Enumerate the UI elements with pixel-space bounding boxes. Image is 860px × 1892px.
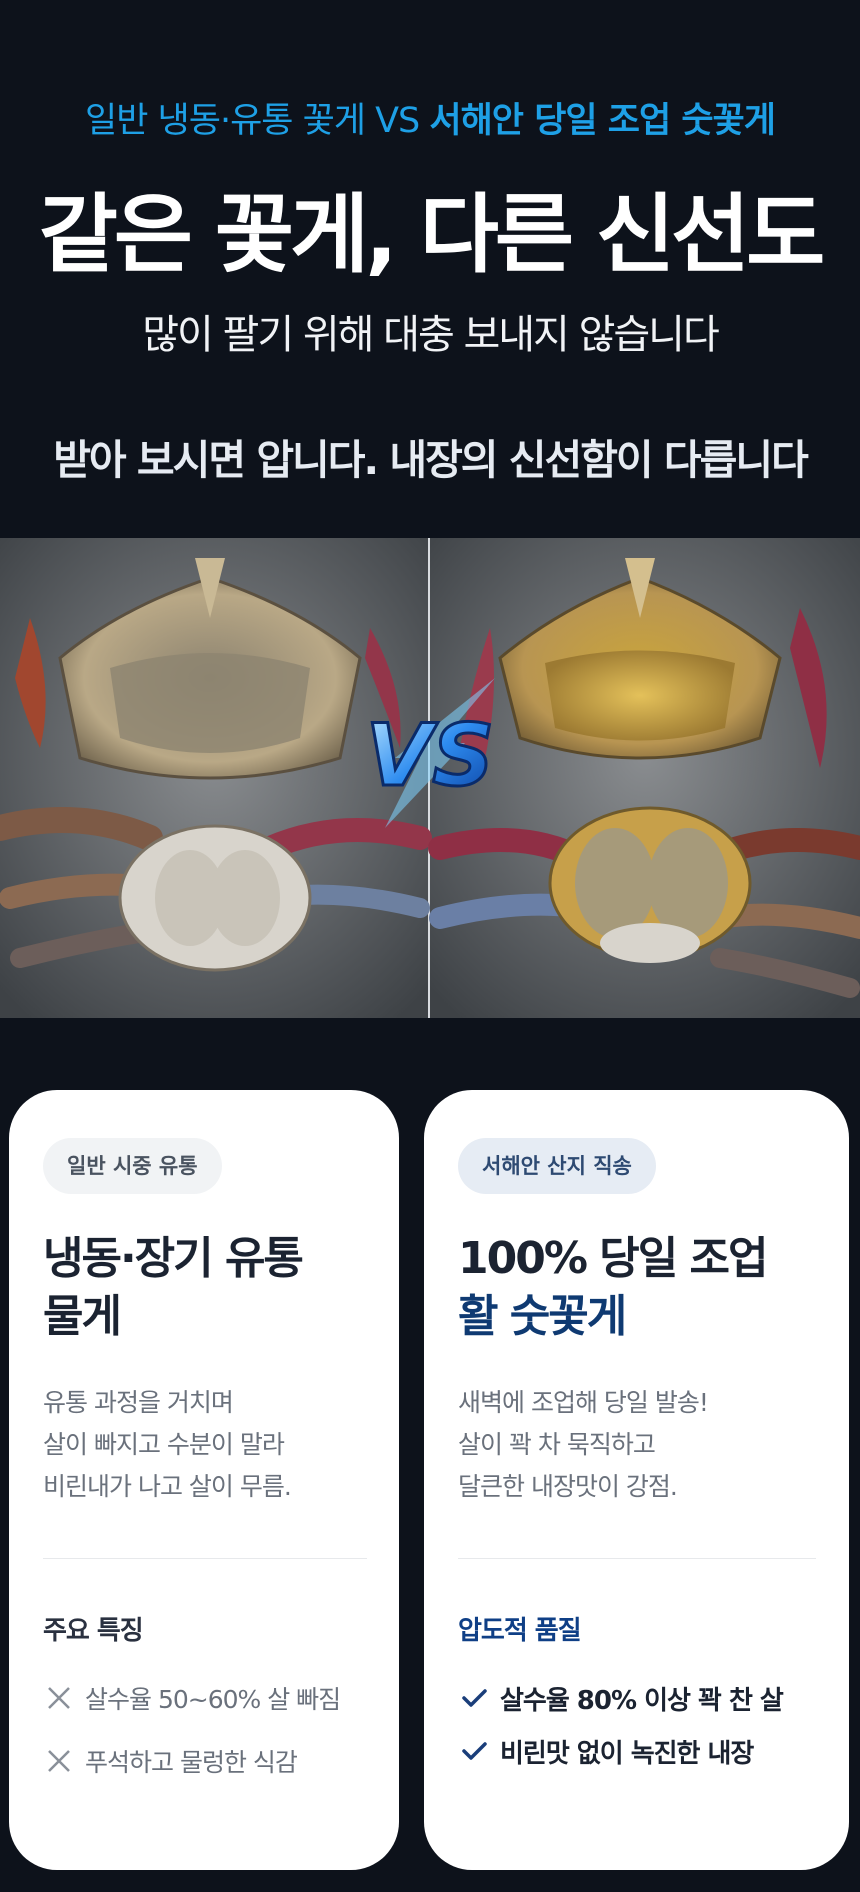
feature-list-fresh: 살수율 80% 이상 꽉 찬 살 비린맛 없이 녹진한 내장 bbox=[458, 1680, 784, 1786]
feature-heading-ordinary: 주요 특징 bbox=[43, 1616, 144, 1646]
card-divider bbox=[43, 1558, 367, 1559]
card-title-line: 물게 bbox=[43, 1291, 122, 1342]
card-description-line: 비린내가 나고 살이 무름. bbox=[43, 1472, 292, 1501]
vs-lightning-icon: VS bbox=[364, 678, 496, 828]
page-tagline: 받아 보시면 압니다. 내장의 신선함이 다릅니다 bbox=[53, 436, 809, 484]
comparison-eyebrow: 일반 냉동·유통 꽃게 VS 서해안 당일 조업 숫꽃게 bbox=[0, 92, 860, 143]
card-divider bbox=[458, 1558, 816, 1559]
card-title-line: 100% 당일 조업 bbox=[458, 1233, 769, 1284]
card-description-line: 새벽에 조업해 당일 발송! bbox=[458, 1388, 709, 1417]
list-item: 살수율 80% 이상 꽉 찬 살 bbox=[458, 1680, 784, 1716]
fresh-crab-card: 서해안 산지 직송 100% 당일 조업 활 숫꽃게 새벽에 조업해 당일 발송… bbox=[424, 1090, 849, 1870]
x-mark-icon bbox=[48, 1750, 70, 1772]
feature-list-ordinary: 살수율 50~60% 살 빠짐 푸석하고 물렁한 식감 bbox=[43, 1680, 341, 1806]
eyebrow-normal-text: 일반 냉동·유통 꽃게 VS bbox=[85, 101, 430, 141]
ordinary-crab-card: 일반 시중 유통 냉동·장기 유통 물게 유통 과정을 거치며 살이 빠지고 수… bbox=[9, 1090, 399, 1870]
list-item: 비린맛 없이 녹진한 내장 bbox=[458, 1733, 783, 1769]
card-badge-fresh: 서해안 산지 직송 bbox=[458, 1138, 656, 1194]
list-item: 살수율 50~60% 살 빠짐 bbox=[43, 1680, 341, 1716]
feature-text: 푸석하고 물렁한 식감 bbox=[85, 1748, 298, 1777]
page-headline: 같은 꽃게, 다른 신선도 bbox=[38, 185, 826, 285]
checkmark-icon bbox=[462, 1742, 487, 1760]
card-description-ordinary: 유통 과정을 거치며 살이 빠지고 수분이 말라 비린내가 나고 살이 무름. bbox=[43, 1382, 393, 1508]
feature-heading-fresh: 압도적 품질 bbox=[458, 1616, 582, 1646]
crab-comparison-image: VS bbox=[0, 538, 860, 1018]
card-description-line: 달큰한 내장맛이 강점. bbox=[458, 1472, 678, 1501]
hero-header: 일반 냉동·유통 꽃게 VS 서해안 당일 조업 숫꽃게 같은 꽃게, 다른 신… bbox=[0, 0, 860, 538]
page-subline: 많이 팔기 위해 대충 보내지 않습니다 bbox=[142, 312, 720, 358]
list-item: 푸석하고 물렁한 식감 bbox=[43, 1743, 340, 1779]
card-title-fresh: 100% 당일 조업 활 숫꽃게 bbox=[458, 1230, 818, 1346]
feature-text: 비린맛 없이 녹진한 내장 bbox=[500, 1738, 754, 1769]
card-description-fresh: 새벽에 조업해 당일 발송! 살이 꽉 차 묵직하고 달큰한 내장맛이 강점. bbox=[458, 1382, 808, 1508]
feature-text: 살수율 50~60% 살 빠짐 bbox=[85, 1685, 341, 1714]
card-title-ordinary: 냉동·장기 유통 물게 bbox=[43, 1230, 403, 1346]
checkmark-icon bbox=[462, 1689, 487, 1707]
svg-text:VS: VS bbox=[366, 706, 495, 806]
card-description-line: 유통 과정을 거치며 bbox=[43, 1388, 234, 1417]
card-description-line: 살이 빠지고 수분이 말라 bbox=[43, 1430, 285, 1459]
card-badge-ordinary: 일반 시중 유통 bbox=[43, 1138, 222, 1194]
card-description-line: 살이 꽉 차 묵직하고 bbox=[458, 1430, 656, 1459]
card-title-line: 활 숫꽃게 bbox=[458, 1291, 627, 1342]
feature-text: 살수율 80% 이상 꽉 찬 살 bbox=[500, 1685, 784, 1716]
x-mark-icon bbox=[48, 1687, 70, 1709]
card-title-line: 냉동·장기 유통 bbox=[43, 1233, 304, 1284]
eyebrow-bold-text: 서해안 당일 조업 숫꽃게 bbox=[429, 101, 776, 141]
